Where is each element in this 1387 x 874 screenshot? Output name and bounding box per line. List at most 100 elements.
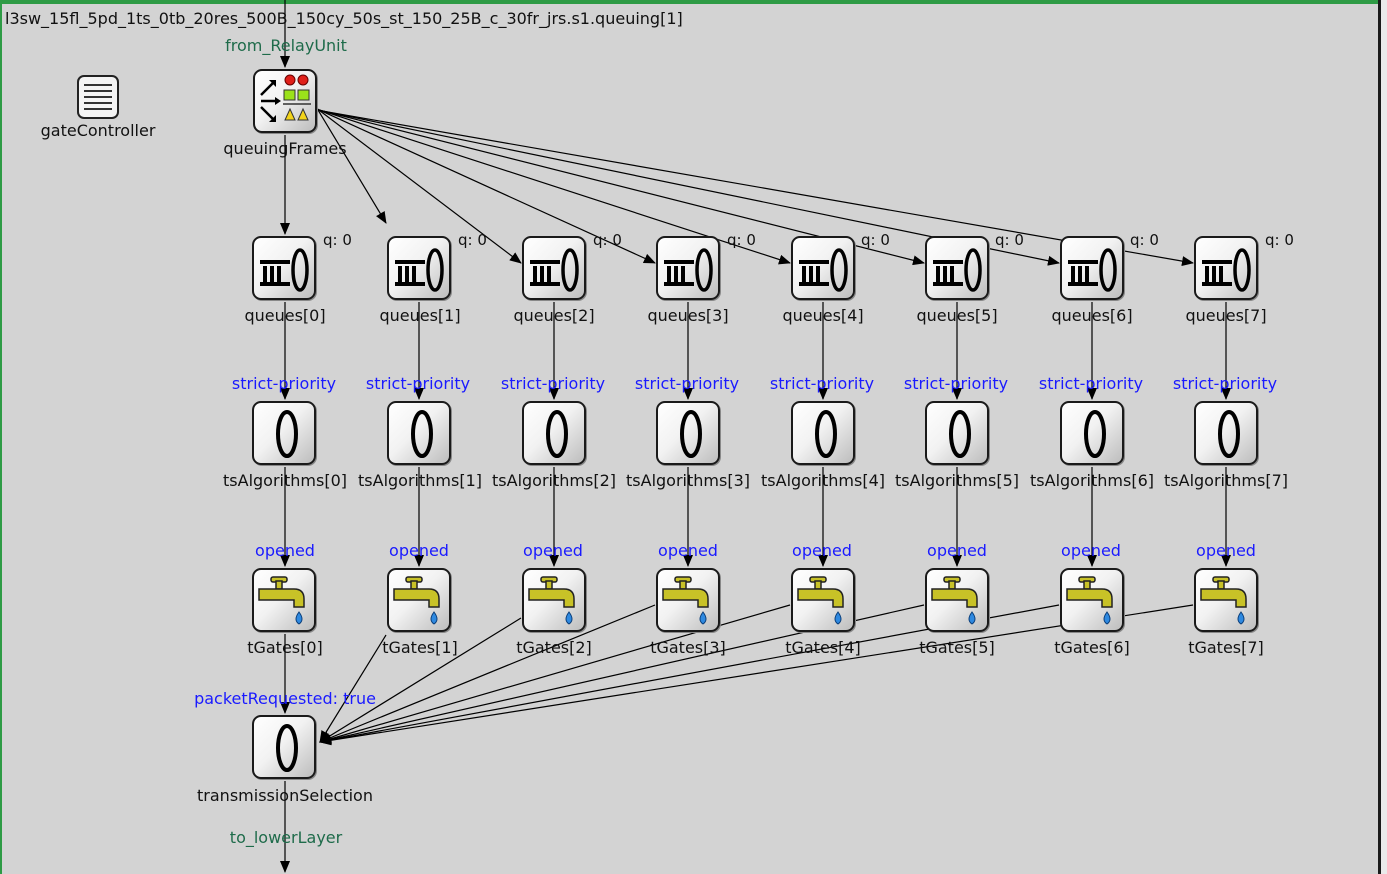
ts-algorithm-label: tsAlgorithms[6]: [1030, 471, 1154, 490]
ts-algorithm-module[interactable]: [252, 401, 316, 465]
ts-algorithm-status: strict-priority: [769, 374, 875, 393]
t-gate-status: opened: [927, 541, 987, 560]
classifier-icon: [260, 74, 311, 122]
queue-icon: [1068, 248, 1117, 292]
gate-to-selection-wire: [319, 604, 656, 743]
queue-length-label: q: 0: [458, 231, 487, 249]
gate-controller-icon[interactable]: [77, 75, 119, 119]
queue-length-label: q: 0: [1130, 231, 1159, 249]
queue-icon: [664, 248, 713, 292]
queue-icon: [260, 248, 309, 292]
queue-module[interactable]: [925, 236, 989, 300]
t-gate-status: opened: [389, 541, 449, 560]
ts-algorithm-module[interactable]: [1194, 401, 1258, 465]
t-gate-module[interactable]: [522, 568, 586, 632]
queue-label: queues[3]: [647, 306, 729, 325]
queue-module[interactable]: [791, 236, 855, 300]
queue-length-label: q: 0: [995, 231, 1024, 249]
tap-icon: [528, 576, 575, 625]
ts-algorithm-status: strict-priority: [231, 374, 337, 393]
ring-icon: [815, 410, 837, 458]
tap-icon: [1200, 576, 1247, 625]
ts-algorithm-status: strict-priority: [365, 374, 471, 393]
t-gate-status: opened: [792, 541, 852, 560]
ring-icon: [276, 724, 298, 772]
tap-icon: [393, 576, 440, 625]
t-gate-status: opened: [255, 541, 315, 560]
t-gate-label: tGates[6]: [1054, 638, 1130, 657]
ring-icon: [1084, 410, 1106, 458]
queue-label: queues[2]: [513, 306, 595, 325]
t-gate-label: tGates[1]: [382, 638, 458, 657]
ts-algorithm-module[interactable]: [387, 401, 451, 465]
t-gate-status: opened: [1061, 541, 1121, 560]
t-gate-module[interactable]: [387, 568, 451, 632]
queue-module[interactable]: [387, 236, 451, 300]
t-gate-label: tGates[2]: [516, 638, 592, 657]
t-gate-status: opened: [523, 541, 583, 560]
queuing-frames-label: queuingFrames: [223, 139, 347, 158]
ts-algorithm-status: strict-priority: [1172, 374, 1278, 393]
queue-icon: [530, 248, 579, 292]
ts-algorithm-label: tsAlgorithms[0]: [223, 471, 347, 490]
t-gate-label: tGates[7]: [1188, 638, 1264, 657]
ts-algorithm-module[interactable]: [656, 401, 720, 465]
queue-length-label: q: 0: [593, 231, 622, 249]
queue-module[interactable]: [1194, 236, 1258, 300]
queue-module[interactable]: [656, 236, 720, 300]
t-gate-status: opened: [658, 541, 718, 560]
module-canvas: l3sw_15fl_5pd_1ts_0tb_20res_500B_150cy_5…: [0, 0, 1387, 874]
ring-icon: [546, 410, 568, 458]
ts-algorithm-label: tsAlgorithms[2]: [492, 471, 616, 490]
ts-algorithm-module[interactable]: [791, 401, 855, 465]
ts-algorithm-status: strict-priority: [634, 374, 740, 393]
classifier-to-queue-wire: [316, 107, 387, 224]
t-gate-module[interactable]: [656, 568, 720, 632]
transmission-selection-module[interactable]: [252, 715, 316, 779]
queue-icon: [933, 248, 982, 292]
queue-label: queues[0]: [244, 306, 326, 325]
tap-icon: [258, 576, 305, 625]
queue-icon: [1202, 248, 1251, 292]
queue-module[interactable]: [1060, 236, 1124, 300]
t-gate-module[interactable]: [791, 568, 855, 632]
gate-label-from-relay-unit: from_RelayUnit: [225, 36, 347, 55]
queue-label: queues[7]: [1185, 306, 1267, 325]
ring-icon: [1218, 410, 1240, 458]
gate-controller-label: gateController: [40, 121, 156, 140]
t-gate-label: tGates[0]: [247, 638, 323, 657]
tap-icon: [931, 576, 978, 625]
transmission-selection-status: packetRequested: true: [194, 689, 376, 708]
ts-algorithm-module[interactable]: [522, 401, 586, 465]
ts-algorithm-status: strict-priority: [1038, 374, 1144, 393]
ring-icon: [276, 410, 298, 458]
queue-length-label: q: 0: [323, 231, 352, 249]
t-gate-module[interactable]: [252, 568, 316, 632]
ts-algorithm-module[interactable]: [1060, 401, 1124, 465]
queue-label: queues[1]: [379, 306, 461, 325]
ts-algorithm-status: strict-priority: [903, 374, 1009, 393]
tap-icon: [1066, 576, 1113, 625]
ring-icon: [949, 410, 971, 458]
queue-module[interactable]: [252, 236, 316, 300]
ts-algorithm-label: tsAlgorithms[7]: [1164, 471, 1288, 490]
queue-length-label: q: 0: [727, 231, 756, 249]
queue-label: queues[6]: [1051, 306, 1133, 325]
queue-icon: [799, 248, 848, 292]
ring-icon: [680, 410, 702, 458]
t-gate-label: tGates[4]: [785, 638, 861, 657]
t-gate-module[interactable]: [1060, 568, 1124, 632]
t-gate-label: tGates[3]: [650, 638, 726, 657]
tap-icon: [662, 576, 709, 625]
t-gate-label: tGates[5]: [919, 638, 995, 657]
queue-label: queues[5]: [916, 306, 998, 325]
t-gate-module[interactable]: [925, 568, 989, 632]
queue-icon: [395, 248, 444, 292]
t-gate-module[interactable]: [1194, 568, 1258, 632]
queue-length-label: q: 0: [861, 231, 890, 249]
ring-icon: [411, 410, 433, 458]
queue-label: queues[4]: [782, 306, 864, 325]
queuing-frames-module[interactable]: [253, 69, 317, 133]
queue-module[interactable]: [522, 236, 586, 300]
ts-algorithm-module[interactable]: [925, 401, 989, 465]
